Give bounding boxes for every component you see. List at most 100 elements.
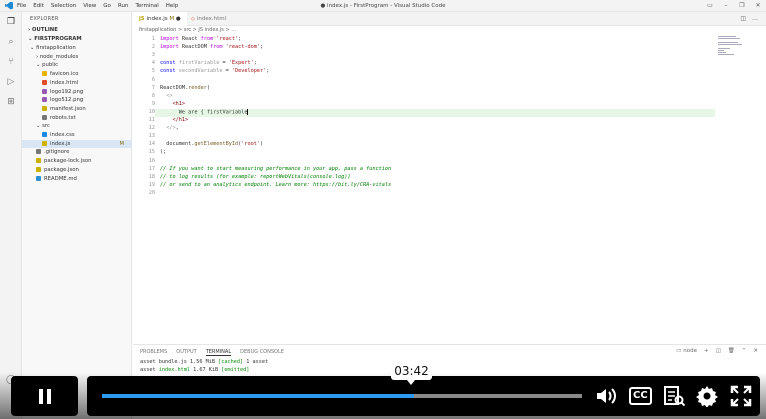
captions-button[interactable]: CC <box>629 387 652 405</box>
file-tree-item[interactable]: ⌄ firstapplication <box>22 44 132 53</box>
menu-go[interactable]: Go <box>103 3 111 9</box>
restore-icon[interactable]: ❐ <box>738 2 746 9</box>
code-line[interactable]: import React from 'react'; <box>160 36 241 42</box>
pause-button[interactable] <box>11 376 78 416</box>
file-tree-item[interactable]: index.css <box>22 131 132 140</box>
code-line[interactable]: import ReactDOM from 'react-dom'; <box>160 44 263 50</box>
close-panel-icon[interactable]: ✕ <box>753 348 758 354</box>
code-line[interactable]: We are { firstVariable <box>160 108 249 115</box>
title-bar: File Edit Selection View Go Run Terminal… <box>0 0 766 12</box>
menu-selection[interactable]: Selection <box>51 3 76 9</box>
outline-section[interactable]: › OUTLINE <box>22 26 132 35</box>
extensions-icon[interactable]: ⊞ <box>5 96 17 108</box>
minimap[interactable] <box>718 36 758 76</box>
file-tree-item[interactable]: index.js M <box>22 139 132 149</box>
code-line[interactable]: const firstVariable = 'Expert'; <box>160 60 257 66</box>
file-tree-item[interactable]: › node_modules <box>22 53 132 62</box>
file-tree-item[interactable]: favicon.ico <box>22 70 132 79</box>
file-icon <box>42 132 47 137</box>
maximize-panel-icon[interactable]: ⌃ <box>742 348 747 354</box>
split-terminal-icon[interactable]: ◫ <box>716 348 721 354</box>
menu-terminal[interactable]: Terminal <box>135 3 158 9</box>
file-tree-item[interactable]: logo192.png <box>22 88 132 97</box>
file-tree-item[interactable]: package-lock.json <box>22 157 132 166</box>
file-tree-item[interactable]: package.json <box>22 166 132 175</box>
transcript-button[interactable] <box>662 382 686 410</box>
code-line[interactable]: const secondVariable = 'Developer'; <box>160 68 269 74</box>
source-control-icon[interactable]: ⑂ <box>5 56 17 68</box>
tab-terminal[interactable]: TERMINAL <box>205 349 232 356</box>
run-debug-icon[interactable]: ▷ <box>5 76 17 88</box>
html-file-icon: ◇ <box>191 16 195 22</box>
code-line[interactable]: document.getElementById('root') <box>160 141 263 147</box>
code-line[interactable]: <> <box>160 93 172 99</box>
transcript-icon <box>664 386 685 407</box>
file-tree-label: README.md <box>44 175 77 182</box>
line-number: 10 <box>148 108 155 115</box>
layout-icon[interactable]: ▭ <box>706 2 714 9</box>
menu-view[interactable]: View <box>83 3 96 9</box>
add-terminal-icon[interactable]: + <box>704 348 709 354</box>
tab-debug-console[interactable]: DEBUG CONSOLE <box>240 349 284 356</box>
fullscreen-button[interactable] <box>729 382 753 410</box>
breadcrumb[interactable]: firstapplication > src > JS index.js > .… <box>139 27 236 35</box>
vscode-logo-icon <box>5 1 13 10</box>
file-tree-label: src <box>42 123 50 130</box>
code-line[interactable]: // If you want to start measuring perfor… <box>160 166 391 172</box>
line-number: 2 <box>151 44 155 51</box>
code-line[interactable]: // or send to an analytics endpoint. Lea… <box>160 182 391 188</box>
code-token: ); <box>160 149 167 156</box>
file-tree-label: index.js <box>50 140 71 147</box>
tab-index-html[interactable]: ◇ index.html <box>185 12 232 26</box>
explorer-sidebar: EXPLORER › OUTLINE ⌄ FIRSTPROGRAM ⌄ firs… <box>22 12 132 419</box>
tab-index-js[interactable]: JS index.js M ● <box>133 12 187 26</box>
code-token: </> <box>166 125 176 132</box>
git-status-badge: M <box>119 140 124 147</box>
split-editor-icon[interactable]: ◫ <box>740 12 746 26</box>
file-tree-item[interactable]: manifest.json <box>22 105 132 114</box>
line-number: 13 <box>148 133 155 140</box>
file-tree-item[interactable]: index.html <box>22 79 132 88</box>
file-tree-item[interactable]: .gitignore <box>22 148 132 157</box>
menu-file[interactable]: File <box>17 3 26 9</box>
file-tree-item[interactable]: README.md <box>22 175 132 184</box>
file-tree-item[interactable]: ⌄ src <box>22 122 132 131</box>
code-line[interactable]: ); <box>160 149 166 155</box>
code-token: getElementById <box>194 141 239 148</box>
activity-bar: ❐ ⌕ ⑂ ▷ ⊞ ◯ <box>0 12 22 419</box>
kill-terminal-icon[interactable]: 🗑 <box>728 348 735 354</box>
code-token: 'Expert' <box>228 60 254 67</box>
minimize-icon[interactable]: – <box>722 2 730 9</box>
tab-output[interactable]: OUTPUT <box>176 349 196 356</box>
volume-button[interactable] <box>594 382 618 410</box>
file-tree-label: manifest.json <box>50 105 86 112</box>
code-line[interactable]: ReactDOM.render( <box>160 85 210 91</box>
code-line[interactable]: <h1> <box>160 101 186 107</box>
menu-run[interactable]: Run <box>118 3 129 9</box>
menu-edit[interactable]: Edit <box>33 3 44 9</box>
file-tree-item[interactable]: robots.txt <box>22 114 132 123</box>
menu-help[interactable]: Help <box>166 3 179 9</box>
file-tree-item[interactable]: ⌄ public <box>22 61 132 70</box>
code-line[interactable]: // to log results (for example: reportWe… <box>160 174 351 180</box>
code-line[interactable]: </h1> <box>160 117 189 123</box>
code-line[interactable]: </>, <box>160 125 179 131</box>
file-tree-label: node_modules <box>39 53 79 60</box>
more-actions-icon[interactable]: … <box>752 12 758 26</box>
tab-problems[interactable]: PROBLEMS <box>140 349 167 356</box>
video-progress-track[interactable] <box>102 394 582 398</box>
code-token: </h1> <box>172 117 189 123</box>
code-token: const <box>160 60 176 67</box>
settings-button[interactable] <box>695 382 719 410</box>
file-icon <box>36 166 41 172</box>
file-tree-item[interactable]: logo512.png <box>22 96 132 105</box>
file-icon <box>42 140 47 146</box>
explorer-icon[interactable]: ❐ <box>5 16 17 28</box>
project-section[interactable]: ⌄ FIRSTPROGRAM <box>22 35 132 44</box>
code-token: 'Developer' <box>231 68 267 75</box>
terminal-shell-select[interactable]: ▭ node <box>676 348 697 354</box>
close-icon[interactable]: ✕ <box>754 2 762 9</box>
pause-icon-bar <box>46 388 51 404</box>
search-icon[interactable]: ⌕ <box>5 36 17 48</box>
